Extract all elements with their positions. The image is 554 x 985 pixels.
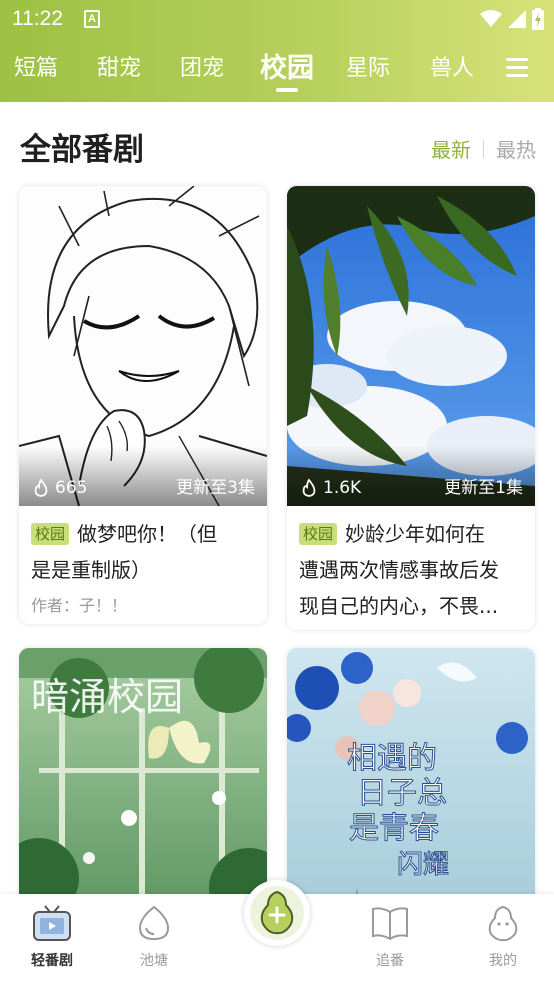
title-line: 现自己的内心，不畏... xyxy=(299,594,499,618)
card-body: 校园 做梦吧你！（但 是是重制版） 作者：子！！ xyxy=(19,506,267,624)
battery-icon xyxy=(532,8,544,30)
title-line: 是是重制版） xyxy=(31,558,151,582)
tab-indicator xyxy=(276,88,298,92)
fire-icon xyxy=(302,478,316,497)
card-body: 校园 妙龄少年如何在 遭遇两次情感事故后发 现自己的内心，不畏... xyxy=(287,506,535,630)
tv-icon xyxy=(33,905,71,941)
cover-image: 665 更新至3集 xyxy=(19,186,267,506)
pear-plus-icon xyxy=(260,890,294,935)
author-name: 作者：子！！ xyxy=(31,596,128,615)
cover-image: 1.6K 更新至1集 xyxy=(287,186,535,506)
status-bar: 11:22 A xyxy=(0,0,554,38)
sort-hottest-button[interactable]: 最热 xyxy=(496,134,536,163)
views-count: 1.6K xyxy=(323,478,362,498)
tab-sweet[interactable]: 甜宠 xyxy=(97,50,141,82)
publish-button[interactable] xyxy=(244,880,310,946)
menu-icon[interactable] xyxy=(503,55,531,79)
card-title: 校园 妙龄少年如何在 遭遇两次情感事故后发 现自己的内心，不畏... xyxy=(299,516,523,624)
views-stat: 1.6K xyxy=(299,478,361,498)
wifi-icon xyxy=(480,10,502,27)
genre-tag: 校园 xyxy=(31,523,70,545)
section-title: 全部番剧 xyxy=(20,132,144,168)
signal-icon xyxy=(508,10,526,28)
sort-divider xyxy=(483,139,484,158)
tab-short[interactable]: 短篇 xyxy=(14,50,58,82)
nav-label: 我的 xyxy=(489,953,517,969)
cover-title-text: 暗涌校园 xyxy=(31,675,183,719)
status-icons xyxy=(480,8,544,30)
nav-label: 追番 xyxy=(376,953,404,969)
cover-title-text: 是青春 xyxy=(349,811,439,846)
views-stat: 665 xyxy=(31,478,87,498)
category-tabs: 短篇 甜宠 团宠 校园 星际 兽人 xyxy=(0,44,490,92)
cover-title-text: 日子总 xyxy=(357,776,447,811)
sort-options: 最新 最热 xyxy=(431,134,536,163)
nav-label: 轻番剧 xyxy=(31,953,73,969)
nav-label: 池塘 xyxy=(140,953,168,969)
pear-avatar-icon xyxy=(488,905,518,942)
notification-a-icon: A xyxy=(84,10,100,28)
top-header: 11:22 A 短篇 甜宠 团宠 校园 星际 兽人 xyxy=(0,0,554,102)
cover-title-text: 闪耀 xyxy=(397,850,449,880)
card-title: 校园 做梦吧你！（但 是是重制版） xyxy=(31,516,255,588)
tab-group-pet[interactable]: 团宠 xyxy=(180,50,224,82)
update-status: 更新至3集 xyxy=(176,478,255,498)
tab-interstellar[interactable]: 星际 xyxy=(346,50,390,82)
tab-beastman[interactable]: 兽人 xyxy=(430,50,474,82)
title-line: 遭遇两次情感事故后发 xyxy=(299,558,499,582)
nav-light-drama[interactable]: 轻番剧 xyxy=(12,904,92,970)
book-icon xyxy=(372,907,408,941)
sort-newest-button[interactable]: 最新 xyxy=(431,134,471,163)
views-count: 665 xyxy=(55,478,88,498)
drama-card[interactable]: 1.6K 更新至1集 校园 妙龄少年如何在 遭遇两次情感事故后发 现自己的内心，不… xyxy=(287,186,535,630)
nav-mine[interactable]: 我的 xyxy=(463,904,543,970)
fire-icon xyxy=(34,478,48,497)
update-status: 更新至1集 xyxy=(444,478,523,498)
drop-icon xyxy=(138,905,170,941)
status-time: 11:22 xyxy=(12,7,63,30)
title-line: 妙龄少年如何在 xyxy=(345,522,486,546)
nav-follow[interactable]: 追番 xyxy=(350,904,430,970)
nav-pond[interactable]: 池塘 xyxy=(114,904,194,970)
cover-title-text: 相遇的 xyxy=(347,741,437,776)
title-line: 做梦吧你！（但 xyxy=(77,522,218,546)
publish-button-inner xyxy=(250,886,304,940)
genre-tag: 校园 xyxy=(299,523,338,545)
drama-card[interactable]: 665 更新至3集 校园 做梦吧你！（但 是是重制版） 作者：子！！ xyxy=(19,186,267,624)
tab-campus[interactable]: 校园 xyxy=(260,46,314,85)
